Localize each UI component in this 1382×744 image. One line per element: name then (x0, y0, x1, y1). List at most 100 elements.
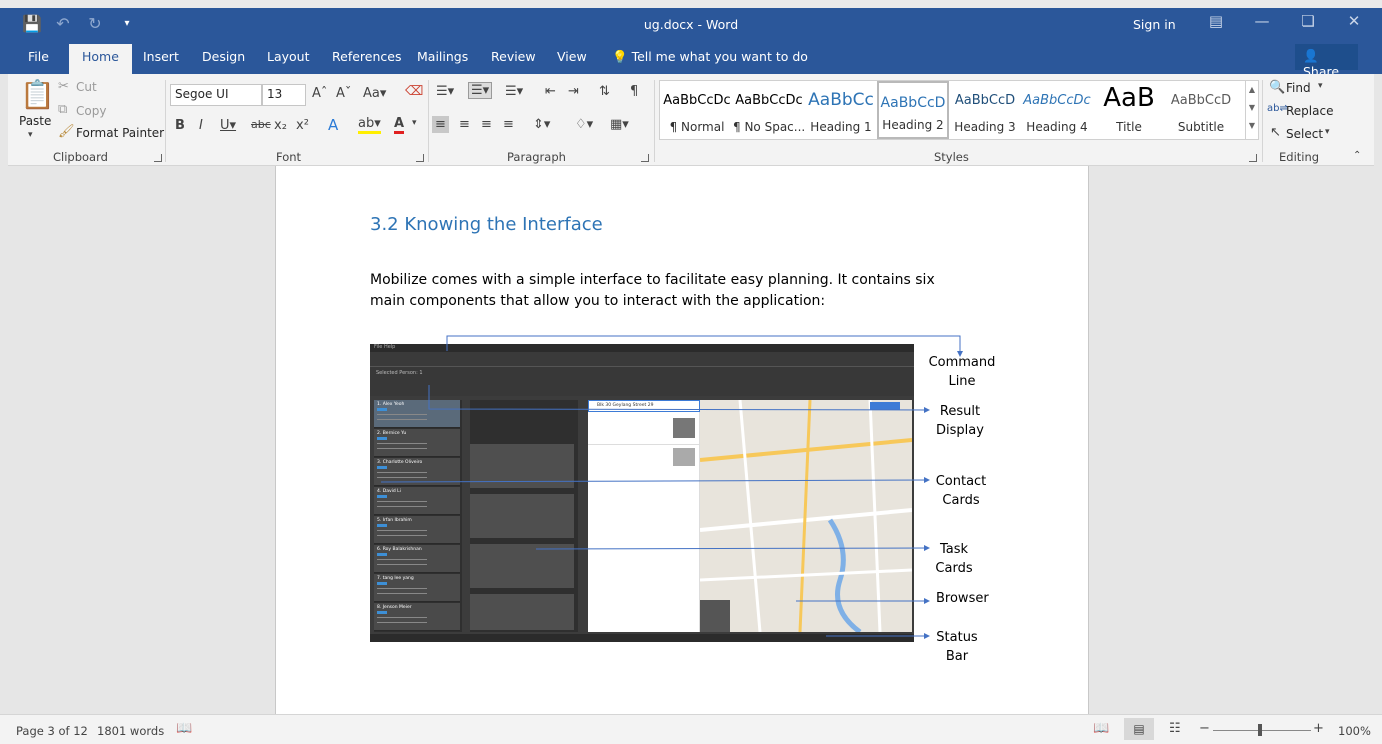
change-case-icon[interactable]: Aa▾ (363, 86, 386, 101)
figure-task-list (470, 400, 578, 632)
replace-button[interactable]: Replace (1286, 104, 1333, 118)
copy-button[interactable]: Copy (76, 104, 106, 118)
collapse-ribbon-icon[interactable]: ⌃ (1353, 150, 1361, 161)
find-button[interactable]: Find (1286, 81, 1311, 95)
figure-contact-card: 2. Bernice Yu (374, 429, 460, 457)
numbering-icon[interactable]: ☰▾ (468, 82, 493, 99)
tab-home[interactable]: Home (69, 44, 132, 74)
clipboard-launcher-icon[interactable] (154, 154, 162, 162)
strikethrough-icon[interactable]: abc (251, 118, 271, 131)
font-size-combo[interactable]: 13 (262, 84, 306, 106)
tab-mailings[interactable]: Mailings (417, 49, 468, 64)
read-mode-icon[interactable]: 📖 (1093, 721, 1109, 736)
paste-icon[interactable]: 📋 (20, 78, 55, 111)
styles-group-label: Styles (934, 150, 969, 164)
tab-file[interactable]: File (28, 49, 49, 64)
document-page[interactable]: 3.2 Knowing the Interface Mobilize comes… (275, 166, 1089, 714)
highlight-icon[interactable]: ab▾ (358, 116, 381, 134)
justify-icon[interactable]: ≡ (503, 117, 514, 132)
style-heading-2[interactable]: AaBbCcD Heading 2 (877, 81, 949, 139)
ribbon-display-options-icon[interactable]: ▤ (1208, 12, 1224, 30)
paste-button[interactable]: Paste (19, 114, 51, 128)
align-right-icon[interactable]: ≡ (481, 117, 492, 132)
show-hide-marks-icon[interactable]: ¶ (630, 84, 638, 99)
body-paragraph: Mobilize comes with a simple interface t… (370, 272, 935, 309)
zoom-slider-track[interactable] (1213, 730, 1311, 731)
zoom-slider-thumb[interactable] (1258, 724, 1262, 736)
styles-gallery-scroll[interactable]: ▲ ▼ ▼ (1245, 80, 1259, 140)
style-no-spacing[interactable]: AaBbCcDc ¶ No Spac... (733, 81, 805, 139)
figure-text-line (377, 535, 427, 536)
bold-icon[interactable]: B (175, 118, 185, 133)
scroll-up-icon[interactable]: ▲ (1246, 81, 1258, 99)
style-subtitle[interactable]: AaBbCcD Subtitle (1165, 81, 1237, 139)
zoom-in-icon[interactable]: + (1313, 721, 1324, 736)
paragraph-launcher-icon[interactable] (641, 154, 649, 162)
select-dropdown-icon[interactable]: ▾ (1325, 127, 1330, 137)
tab-layout[interactable]: Layout (267, 49, 310, 64)
style-heading-4[interactable]: AaBbCcDc Heading 4 (1021, 81, 1093, 139)
shrink-font-icon[interactable]: Aˇ (336, 86, 351, 101)
clear-formatting-icon[interactable]: ⌫ (405, 84, 423, 99)
scroll-down-icon[interactable]: ▼ (1246, 99, 1258, 117)
tab-view[interactable]: View (557, 49, 587, 64)
format-painter-button[interactable]: Format Painter (76, 126, 164, 140)
callout-browser: Browser (936, 591, 989, 606)
zoom-out-icon[interactable]: − (1199, 721, 1210, 736)
zoom-level[interactable]: 100% (1338, 724, 1371, 738)
select-button[interactable]: Select (1286, 127, 1323, 141)
italic-icon[interactable]: I (199, 118, 203, 133)
more-styles-icon[interactable]: ▼ (1246, 117, 1258, 135)
increase-indent-icon[interactable]: ⇥ (568, 84, 579, 99)
figure-text-line (377, 414, 427, 415)
print-layout-icon[interactable]: ▤ (1124, 718, 1154, 740)
line-spacing-icon[interactable]: ⇕▾ (533, 117, 550, 132)
bullets-icon[interactable]: ☰▾ (436, 84, 454, 99)
tab-references[interactable]: References (332, 49, 401, 64)
web-layout-icon[interactable]: ☷ (1169, 721, 1181, 736)
sort-icon[interactable]: ⇅ (599, 84, 610, 99)
superscript-icon[interactable]: x² (296, 118, 309, 133)
figure-text-line (377, 593, 427, 594)
figure-task-card (470, 594, 574, 630)
minimize-icon[interactable]: — (1254, 12, 1270, 30)
subscript-icon[interactable]: x₂ (274, 118, 287, 133)
app-screenshot-figure: File Help Selected Person: 1 1. Alex Yeo… (370, 338, 914, 642)
text-effects-icon[interactable]: A (328, 116, 338, 134)
proofing-icon[interactable]: 📖 (176, 721, 192, 736)
borders-icon[interactable]: ▦▾ (610, 117, 629, 132)
style-normal[interactable]: AaBbCcDc ¶ Normal (661, 81, 733, 139)
paste-dropdown-icon[interactable]: ▾ (28, 130, 33, 140)
styles-launcher-icon[interactable] (1249, 154, 1257, 162)
font-name-combo[interactable]: Segoe UI (170, 84, 262, 106)
align-left-icon[interactable]: ≡ (432, 116, 449, 133)
tell-me-box[interactable]: 💡 Tell me what you want to do (612, 49, 808, 65)
sign-in-link[interactable]: Sign in (1133, 17, 1176, 32)
word-count[interactable]: 1801 words (97, 724, 164, 738)
style-heading-3[interactable]: AaBbCcD Heading 3 (949, 81, 1021, 139)
font-launcher-icon[interactable] (416, 154, 424, 162)
close-icon[interactable]: ✕ (1346, 12, 1362, 30)
align-center-icon[interactable]: ≡ (459, 117, 470, 132)
grow-font-icon[interactable]: Aˆ (312, 86, 327, 101)
font-color-icon[interactable]: A (394, 116, 405, 134)
decrease-indent-icon[interactable]: ⇤ (545, 84, 556, 99)
figure-tag (377, 495, 387, 498)
restore-icon[interactable]: ❏ (1300, 12, 1316, 30)
cut-button[interactable]: Cut (76, 80, 97, 94)
share-button[interactable]: 👤 Share (1295, 44, 1358, 79)
underline-icon[interactable]: U▾ (220, 118, 236, 133)
tab-review[interactable]: Review (491, 49, 536, 64)
font-color-dropdown-icon[interactable]: ▾ (412, 118, 417, 128)
page-count[interactable]: Page 3 of 12 (16, 724, 88, 738)
tab-design[interactable]: Design (202, 49, 245, 64)
tab-insert[interactable]: Insert (143, 49, 179, 64)
multilevel-list-icon[interactable]: ☰▾ (505, 84, 523, 99)
style-heading-1[interactable]: AaBbCc Heading 1 (805, 81, 877, 139)
person-icon: 👤 (1303, 48, 1319, 63)
find-dropdown-icon[interactable]: ▾ (1318, 81, 1323, 91)
style-title[interactable]: AaB Title (1093, 81, 1165, 139)
styles-gallery: AaBbCcDc ¶ Normal AaBbCcDc ¶ No Spac... … (659, 80, 1246, 140)
figure-text-line (377, 472, 427, 473)
shading-icon[interactable]: ♢▾ (575, 117, 593, 132)
